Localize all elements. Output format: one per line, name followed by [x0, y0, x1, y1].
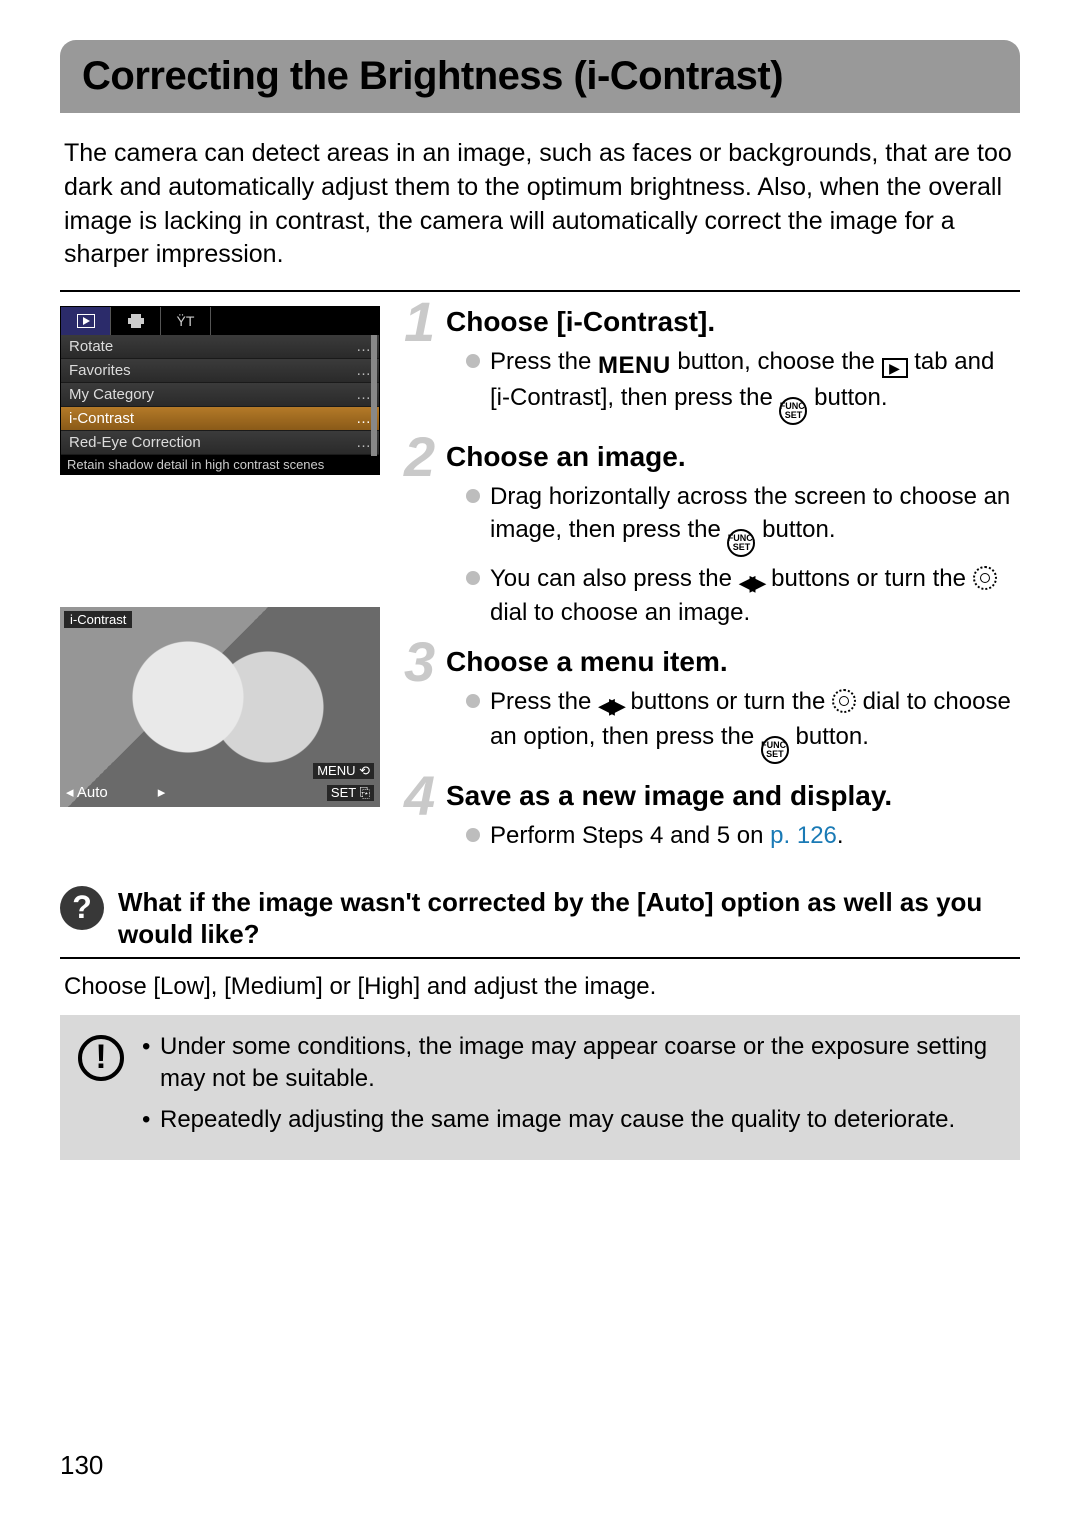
- page-title-bar: Correcting the Brightness (i-Contrast): [60, 40, 1020, 113]
- bullet-icon: [466, 489, 480, 503]
- caution-item: Repeatedly adjusting the same image may …: [142, 1104, 1002, 1136]
- sample-auto-label: ◂ Auto ▸: [66, 783, 165, 801]
- func-set-icon: FUNC.SET: [779, 397, 807, 425]
- step: 1Choose [i-Contrast].Press the MENU butt…: [404, 306, 1020, 425]
- faq-answer: Choose [Low], [Medium] or [High] and adj…: [64, 973, 1020, 1001]
- playback-tab-icon: [61, 307, 111, 335]
- step-title: Choose [i-Contrast].: [446, 306, 1020, 338]
- menu-row-icontrast: i-Contrast: [61, 407, 379, 431]
- step-title: Save as a new image and display.: [446, 780, 1020, 812]
- control-dial-icon: [832, 689, 856, 713]
- step-bullet: Press the ◀▶ buttons or turn the dial to…: [466, 686, 1020, 764]
- divider: [60, 290, 1020, 292]
- func-set-icon: FUNC.SET: [761, 736, 789, 764]
- sample-menu-label: MENU ⟲: [313, 763, 374, 779]
- step-number: 1: [404, 294, 435, 350]
- func-set-icon: FUNC.SET: [727, 529, 755, 557]
- menu-button-icon: MENU: [598, 350, 671, 382]
- step-number: 2: [404, 429, 435, 485]
- menu-hint: Retain shadow detail in high contrast sc…: [61, 455, 379, 474]
- question-icon: ?: [60, 886, 104, 930]
- bullet-icon: [466, 694, 480, 708]
- menu-row-redeye: Red-Eye Correction: [61, 431, 379, 455]
- camera-menu-screenshot: ŸT Rotate Favorites My Category i-Contra…: [60, 306, 380, 475]
- step-bullet: Perform Steps 4 and 5 on p. 126.: [466, 820, 1020, 852]
- bullet-icon: [466, 571, 480, 585]
- step-number: 4: [404, 768, 435, 824]
- menu-scrollbar: [371, 335, 377, 456]
- step-number: 3: [404, 634, 435, 690]
- caution-icon: !: [78, 1035, 124, 1081]
- menu-row-favorites: Favorites: [61, 359, 379, 383]
- step-bullet: Drag horizontally across the screen to c…: [466, 481, 1020, 556]
- control-dial-icon: [973, 566, 997, 590]
- bullet-icon: [466, 354, 480, 368]
- step: 2Choose an image.Drag horizontally acros…: [404, 441, 1020, 629]
- step-bullet: Press the MENU button, choose the ▶ tab …: [466, 346, 1020, 425]
- step: 4Save as a new image and display.Perform…: [404, 780, 1020, 852]
- tools-tab-icon: ŸT: [161, 307, 211, 335]
- page-number: 130: [60, 1450, 103, 1481]
- steps-section: ŸT Rotate Favorites My Category i-Contra…: [60, 306, 1020, 868]
- caution-item: Under some conditions, the image may app…: [142, 1031, 1002, 1096]
- menu-row-rotate: Rotate: [61, 335, 379, 359]
- page-title: Correcting the Brightness (i-Contrast): [82, 54, 998, 99]
- divider: [60, 957, 1020, 959]
- left-right-icon: ◀▶: [598, 691, 620, 721]
- left-column: ŸT Rotate Favorites My Category i-Contra…: [60, 306, 380, 868]
- sample-tag: i-Contrast: [64, 611, 132, 628]
- step: 3Choose a menu item.Press the ◀▶ buttons…: [404, 646, 1020, 764]
- page-reference-link[interactable]: p. 126: [770, 822, 837, 849]
- right-column: 1Choose [i-Contrast].Press the MENU butt…: [404, 306, 1020, 868]
- sample-set-label: SET ⎘: [327, 785, 374, 801]
- left-right-icon: ◀▶: [739, 568, 761, 598]
- caution-block: ! Under some conditions, the image may a…: [60, 1015, 1020, 1160]
- step-title: Choose a menu item.: [446, 646, 1020, 678]
- faq-question: What if the image wasn't corrected by th…: [118, 886, 1020, 951]
- step-title: Choose an image.: [446, 441, 1020, 473]
- menu-row-mycategory: My Category: [61, 383, 379, 407]
- intro-paragraph: The camera can detect areas in an image,…: [64, 137, 1020, 272]
- print-tab-icon: [111, 307, 161, 335]
- step-bullet: You can also press the ◀▶ buttons or tur…: [466, 563, 1020, 630]
- bullet-icon: [466, 828, 480, 842]
- faq-block: ? What if the image wasn't corrected by …: [60, 886, 1020, 951]
- sample-photo: i-Contrast MENU ⟲ SET ⎘ ◂ Auto ▸: [60, 607, 380, 807]
- playback-icon: ▶: [882, 358, 908, 378]
